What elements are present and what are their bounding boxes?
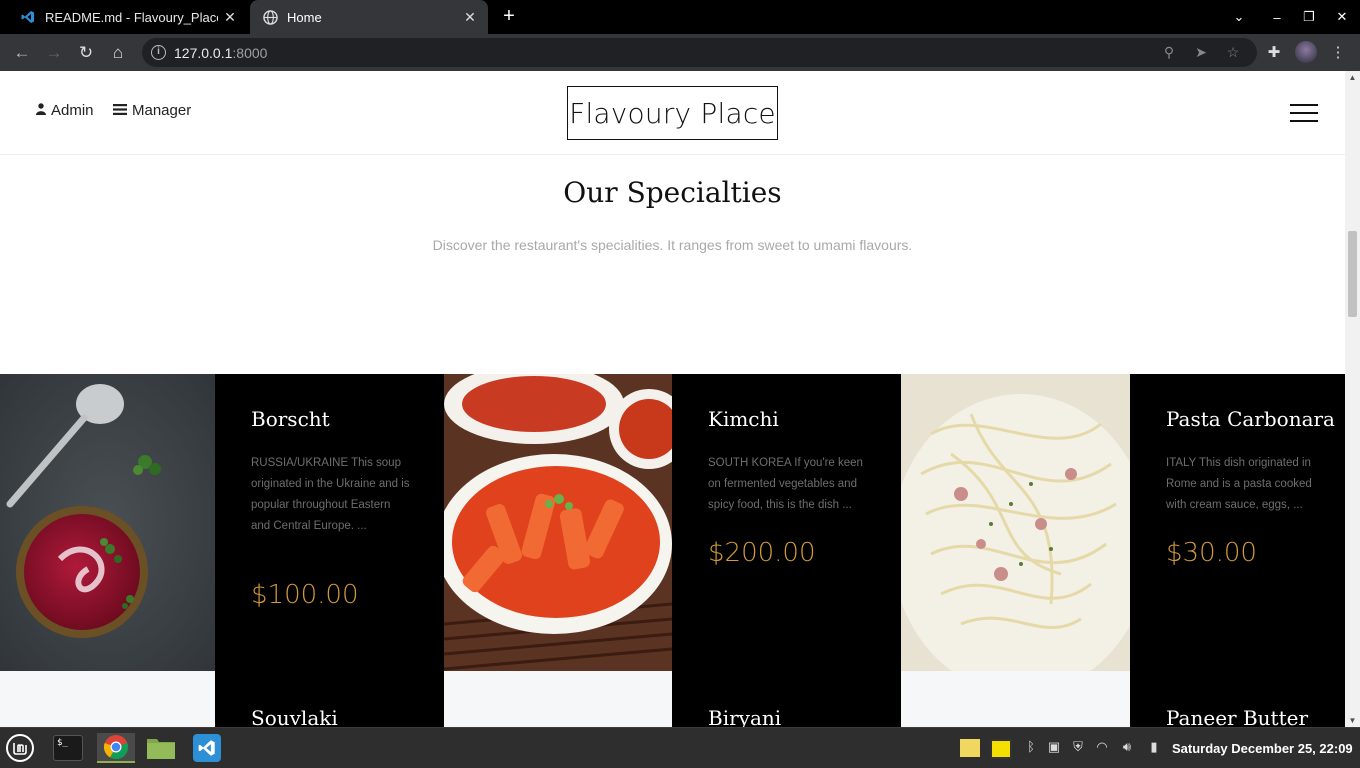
battery-icon[interactable]: ▮ <box>1145 739 1163 757</box>
dish-price: $30.00 <box>1166 538 1257 568</box>
mint-menu-icon[interactable] <box>4 733 36 763</box>
globe-icon <box>262 9 278 25</box>
specialties-header: Our Specialties Discover the restaurant'… <box>0 155 1345 374</box>
terminal-icon[interactable]: $_ <box>52 733 84 763</box>
dish-row: Borscht RUSSIA/UKRAINE This soup origina… <box>0 374 1345 671</box>
scrollbar-thumb[interactable] <box>1348 231 1357 317</box>
url-text[interactable]: 127.0.0.1:8000 <box>174 45 267 61</box>
dish-row: Souvlaki Biryani Paneer Butter <box>0 671 1345 727</box>
browser-toolbar: ← → ↻ ⌂ i 127.0.0.1:8000 ⚲ ➤ ☆ ✚ ⋮ <box>0 34 1360 71</box>
dish-card-biryani[interactable]: Biryani <box>672 671 901 727</box>
tab-search-icon[interactable]: ⌄ <box>1222 0 1256 34</box>
web-page: Admin Manager Flavoury Place Our Special… <box>0 71 1345 727</box>
dish-name: Souvlaki <box>251 706 338 727</box>
os-taskbar: $_ ᛒ ▣ ⛨ ◠ 🔊︎ ▮ Saturday December 25, 22… <box>0 727 1360 768</box>
dish-card-paneer-butter[interactable]: Paneer Butter <box>1130 671 1345 727</box>
profile-avatar[interactable] <box>1295 41 1317 63</box>
dish-description: SOUTH KOREA If you're keen on fermented … <box>708 457 863 511</box>
chrome-icon[interactable] <box>97 733 135 763</box>
back-icon[interactable]: ← <box>10 41 34 65</box>
page-scrollbar[interactable]: ▲ ▼ <box>1345 71 1360 727</box>
dish-description: ITALY This dish originated in Rome and i… <box>1166 457 1312 511</box>
dish-image-kimchi[interactable] <box>444 374 672 671</box>
send-icon[interactable]: ➤ <box>1192 44 1210 62</box>
new-tab-icon[interactable]: + <box>498 6 520 28</box>
bluetooth-icon[interactable]: ᛒ <box>1022 739 1040 757</box>
dish-card-kimchi[interactable]: Kimchi SOUTH KOREA If you're keen on fer… <box>672 374 901 671</box>
sticky-notes-icon[interactable] <box>960 739 980 757</box>
vscode-taskbar-icon[interactable] <box>191 733 223 763</box>
dish-name: Pasta Carbonara <box>1166 407 1335 431</box>
nav-manager-label: Manager <box>132 102 192 119</box>
scroll-up-icon[interactable]: ▲ <box>1348 73 1357 82</box>
hamburger-menu-icon[interactable] <box>1290 104 1318 122</box>
minimize-icon[interactable]: – <box>1260 0 1294 34</box>
dish-image-borscht[interactable] <box>0 374 215 671</box>
extensions-icon[interactable]: ✚ <box>1264 43 1284 63</box>
list-icon <box>113 102 127 119</box>
scroll-down-icon[interactable]: ▼ <box>1348 716 1357 725</box>
notes-list-icon[interactable] <box>990 739 1012 759</box>
nav-admin-label: Admin <box>51 102 94 119</box>
close-window-icon[interactable]: ✕ <box>1325 0 1359 34</box>
user-icon <box>36 102 46 119</box>
dish-name: Paneer Butter <box>1166 706 1309 727</box>
forward-icon[interactable]: → <box>42 41 66 65</box>
dish-description: RUSSIA/UKRAINE This soup originated in t… <box>251 457 410 532</box>
site-brand-logo[interactable]: Flavoury Place <box>567 86 778 140</box>
dish-name: Kimchi <box>708 407 779 431</box>
maximize-icon[interactable]: ❐ <box>1292 0 1326 34</box>
nav-admin-link[interactable]: Admin <box>36 102 94 119</box>
tab-title: Home <box>287 9 322 25</box>
tab-home[interactable]: Home ✕ <box>250 0 488 34</box>
close-tab-icon[interactable]: ✕ <box>458 9 482 26</box>
tab-title: README.md - Flavoury_Place <box>45 9 218 25</box>
dish-card-souvlaki[interactable]: Souvlaki <box>215 671 444 727</box>
wifi-icon[interactable]: ◠ <box>1093 739 1111 757</box>
dish-price: $100.00 <box>251 580 359 610</box>
dish-price: $200.00 <box>708 538 816 568</box>
close-tab-icon[interactable]: ✕ <box>218 9 242 26</box>
reload-icon[interactable]: ↻ <box>74 41 98 65</box>
menu-dots-icon[interactable]: ⋮ <box>1328 43 1348 63</box>
dish-image-carbonara[interactable] <box>901 374 1130 671</box>
home-icon[interactable]: ⌂ <box>106 41 130 65</box>
files-folder-icon[interactable] <box>145 733 177 763</box>
address-bar[interactable]: i 127.0.0.1:8000 ⚲ ➤ ☆ <box>142 38 1257 67</box>
clipboard-icon[interactable]: ▣ <box>1045 739 1063 757</box>
section-subtitle: Discover the restaurant's specialities. … <box>432 237 913 253</box>
dish-card-carbonara[interactable]: Pasta Carbonara ITALY This dish originat… <box>1130 374 1345 671</box>
zoom-icon[interactable]: ⚲ <box>1160 44 1178 62</box>
dish-name: Borscht <box>251 407 330 431</box>
clock[interactable]: Saturday December 25, 22:09 <box>1172 741 1353 756</box>
vscode-icon <box>20 9 36 25</box>
bookmark-star-icon[interactable]: ☆ <box>1224 44 1242 62</box>
dish-name: Biryani <box>708 706 782 727</box>
section-title: Our Specialties <box>563 176 782 209</box>
shield-icon[interactable]: ⛨ <box>1069 739 1087 757</box>
site-header: Admin Manager Flavoury Place <box>0 71 1345 155</box>
browser-tab-strip: README.md - Flavoury_Place ✕ Home ✕ + ⌄ … <box>0 0 1360 34</box>
info-icon[interactable]: i <box>151 45 166 60</box>
dish-card-borscht[interactable]: Borscht RUSSIA/UKRAINE This soup origina… <box>215 374 444 671</box>
volume-icon[interactable]: 🔊︎ <box>1118 739 1136 757</box>
nav-manager-link[interactable]: Manager <box>113 102 191 119</box>
tab-readme[interactable]: README.md - Flavoury_Place ✕ <box>8 0 248 34</box>
